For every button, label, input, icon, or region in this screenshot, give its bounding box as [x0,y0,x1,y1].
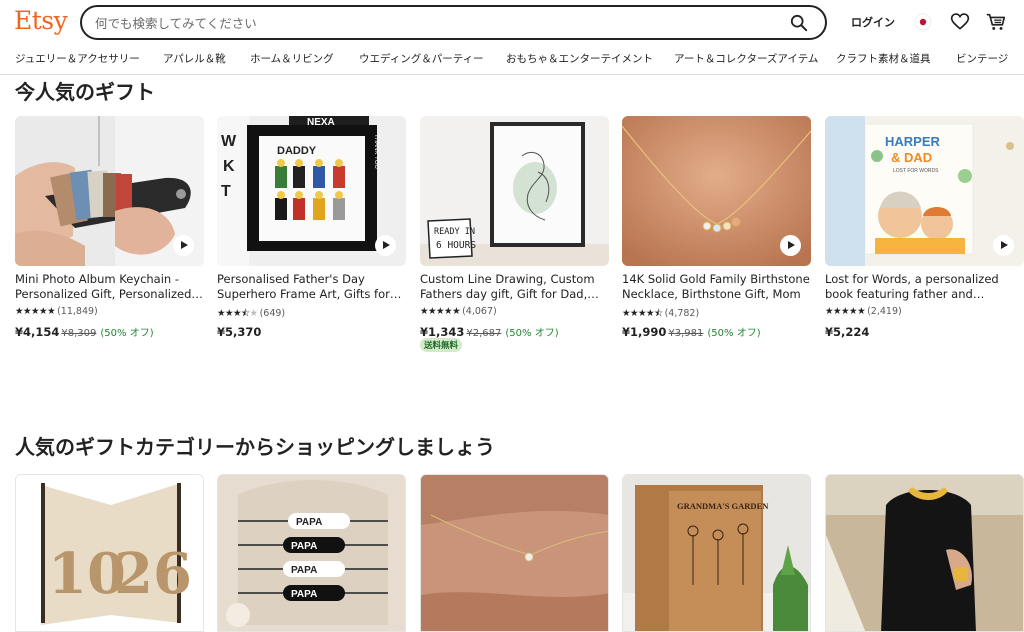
review-count: (11,849) [57,306,98,317]
rating-stars-icon: ★★★★★ [420,306,461,317]
svg-text:W: W [221,133,237,150]
search-bar[interactable] [80,5,827,40]
product-image[interactable] [15,116,204,266]
video-play-icon[interactable] [993,235,1014,256]
bracelet-text-1: PAPA [296,517,322,528]
video-play-icon[interactable] [375,235,396,256]
review-count: (4,067) [462,306,497,317]
etsy-logo[interactable]: Etsy [14,6,68,35]
product-price: ¥5,370 [217,325,262,339]
video-play-icon[interactable] [780,235,801,256]
nav-item-home[interactable]: ホーム＆リビング [250,51,334,66]
product-rating: ★★★⯪★ (649) [217,306,285,322]
svg-text:K: K [223,158,235,175]
review-count: (4,782) [664,308,700,319]
nav-item-toys[interactable]: おもちゃ＆エンターテイメント [506,51,653,66]
japan-flag-icon[interactable] [914,13,932,31]
bracelet-text-4: PAPA [291,589,317,600]
nav-item-art[interactable]: アート＆コレクターズアイテム [674,51,818,66]
ready-sign-line2: 6 HOURS [436,240,476,251]
svg-text:26: 26 [114,541,192,607]
garden-box-title: GRANDMA'S GARDEN [677,501,769,511]
discount-label: (50% オフ) [100,328,154,339]
product-title[interactable]: Custom Line Drawing, Custom Fathers day … [420,272,609,302]
book-title-line2: & DAD [891,150,932,165]
product-title[interactable]: Personalised Father's Day Superhero Fram… [217,272,406,302]
book-subtitle: LOST FOR WORDS [893,168,939,174]
price-line: ¥5,224 [825,321,869,340]
product-price: ¥5,224 [825,325,870,339]
product-image[interactable]: W K T NEXA DADDY THANK YOU [217,116,406,266]
popular-gifts-heading: 今人気のギフト [15,80,155,104]
original-price: ¥8,309 [61,328,97,339]
search-input[interactable] [95,13,775,33]
rating-stars-icon: ★★★★★ [15,306,56,317]
price-line: ¥4,154 ¥8,309 (50% オフ) [15,321,154,340]
rating-stars-icon: ★★★⯪★ [217,308,258,319]
discount-label: (50% オフ) [707,328,761,339]
nav-item-wedding[interactable]: ウエディング＆パーティー [359,51,484,66]
category-tile-gold-jewelry[interactable] [825,474,1024,632]
product-rating: ★★★★★ (11,849) [15,306,98,317]
bracelet-text-2: PAPA [291,541,317,552]
nav-item-craft[interactable]: クラフト素材＆道具 [836,51,931,66]
nav-item-jewelry[interactable]: ジュエリー＆アクセサリー [15,51,140,66]
svg-text:T: T [221,183,231,200]
book-title-line1: HARPER [885,134,941,149]
category-tile-bracelets[interactable]: PAPA PAPA PAPA PAPA [217,474,406,632]
ready-sign-line1: READY IN [434,227,475,237]
price-line: ¥1,990 ¥3,981 (50% オフ) [622,321,761,340]
bracelet-text-3: PAPA [291,565,317,576]
discount-label: (50% オフ) [505,328,559,339]
product-price: ¥1,343 [420,325,465,339]
header: Etsy ログイン [0,0,1024,44]
product-image[interactable]: READY IN 6 HOURS [420,116,609,266]
nav-item-vintage[interactable]: ビンテージ [956,51,1008,66]
original-price: ¥3,981 [668,328,704,339]
product-title[interactable]: Lost for Words, a personalized book feat… [825,272,1014,302]
category-nav: ジュエリー＆アクセサリー アパレル＆靴 ホーム＆リビング ウエディング＆パーティ… [0,44,1024,75]
review-count: (2,419) [867,306,902,317]
product-price: ¥1,990 [622,325,667,339]
gift-categories-heading: 人気のギフトカテゴリーからショッピングしましょう [15,435,495,459]
product-image[interactable]: HARPER & DAD LOST FOR WORDS [825,116,1024,266]
product-rating: ★★★★⯪ (4,782) [622,306,699,322]
original-price: ¥2,687 [466,328,502,339]
rating-stars-icon: ★★★★⯪ [622,308,663,319]
free-shipping-badge: 送料無料 [420,338,463,352]
review-count: (649) [259,308,286,319]
search-icon[interactable] [790,14,808,32]
product-title[interactable]: Mini Photo Album Keychain - Personalized… [15,272,204,302]
product-title[interactable]: 14K Solid Gold Family Birthstone Necklac… [622,272,811,302]
category-tile-anklet[interactable] [420,474,609,632]
login-link[interactable]: ログイン [851,14,895,30]
favorites-heart-icon[interactable] [950,12,970,32]
product-price: ¥4,154 [15,325,60,339]
cart-icon[interactable] [985,11,1007,33]
rating-stars-icon: ★★★★★ [825,306,866,317]
category-tile-book-art[interactable]: 10 26 [15,474,204,632]
product-image[interactable] [622,116,811,266]
nav-item-apparel[interactable]: アパレル＆靴 [163,51,226,66]
frame-daddy-label: DADDY [277,145,317,157]
price-line: ¥5,370 [217,321,261,340]
product-rating: ★★★★★ (4,067) [420,306,497,317]
video-play-icon[interactable] [173,235,194,256]
product-rating: ★★★★★ (2,419) [825,306,902,317]
frame-side-text: THANK YOU [373,134,379,169]
category-tile-garden-box[interactable]: GRANDMA'S GARDEN [622,474,811,632]
